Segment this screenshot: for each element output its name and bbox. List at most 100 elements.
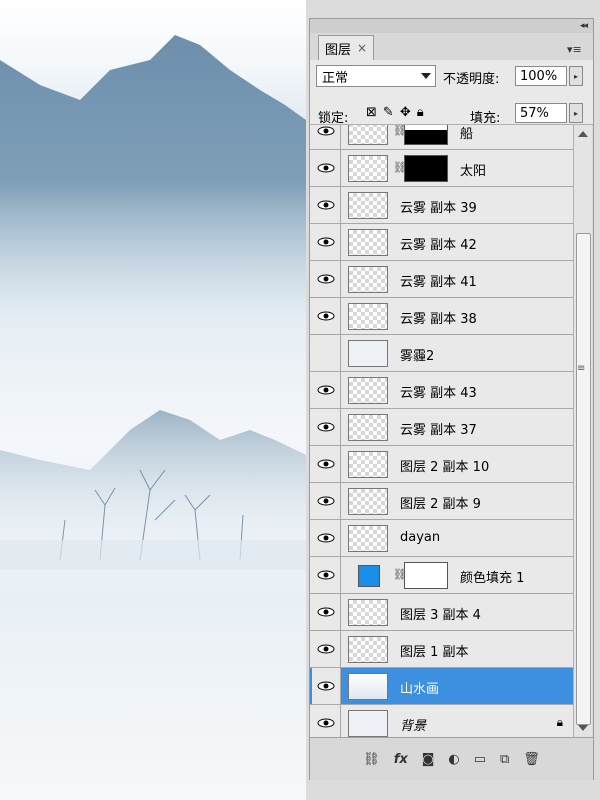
opacity-value: 100% xyxy=(520,68,558,84)
fill-label: 填充: xyxy=(470,111,501,126)
layer-name: 雾霾2 xyxy=(400,349,435,364)
layer-thumbnail xyxy=(348,710,388,737)
adjustment-icon[interactable]: ◐ xyxy=(448,752,459,767)
layer-mask-thumbnail[interactable] xyxy=(404,155,448,182)
eye-icon[interactable] xyxy=(312,261,341,297)
layer-list: ⛓ 船 ⛓ 太阳 云雾 副本 39 云雾 副本 42 云雾 副本 41 云雾 副… xyxy=(310,125,573,737)
trash-icon[interactable]: 🗑︎ xyxy=(523,752,540,767)
document-canvas[interactable] xyxy=(0,0,306,800)
landscape-painting xyxy=(0,35,306,570)
lock-brush-icon[interactable]: ✎ xyxy=(383,105,394,120)
layer-thumbnail xyxy=(348,266,388,293)
layer-name: 云雾 副本 41 xyxy=(400,275,477,290)
layer-row-selected[interactable]: 山水画 xyxy=(310,668,573,705)
layer-row[interactable]: 云雾 副本 42 xyxy=(310,224,573,261)
layer-thumbnail xyxy=(348,155,388,182)
layer-mask-thumbnail[interactable] xyxy=(404,562,448,589)
color-fill-swatch[interactable] xyxy=(358,565,380,587)
layer-name: 背景 xyxy=(400,719,427,734)
panel-menu-icon[interactable]: ▾≡ xyxy=(567,43,589,57)
lock-label: 锁定: xyxy=(318,111,349,126)
fill-value: 57% xyxy=(520,105,549,121)
layer-name: 云雾 副本 42 xyxy=(400,238,477,253)
layer-name: dayan xyxy=(400,530,441,545)
layer-row[interactable]: 云雾 副本 39 xyxy=(310,187,573,224)
layer-row[interactable]: 云雾 副本 41 xyxy=(310,261,573,298)
layer-row[interactable]: 云雾 副本 37 xyxy=(310,409,573,446)
eye-hidden-slot[interactable] xyxy=(312,335,341,371)
panel-footer-toolbar: ⛓ fx ◙ ◐ ▭ ⧉ 🗑︎ xyxy=(310,737,593,780)
scroll-up-icon[interactable] xyxy=(578,131,588,137)
eye-icon[interactable] xyxy=(312,372,341,408)
folder-icon[interactable]: ▭ xyxy=(474,752,486,767)
layer-name: 云雾 副本 39 xyxy=(400,201,477,216)
eye-icon[interactable] xyxy=(312,557,341,593)
tab-label: 图层 xyxy=(325,42,352,58)
layer-name: 图层 2 副本 10 xyxy=(400,460,490,475)
layer-list-scrollbar[interactable]: ≡ xyxy=(573,125,592,737)
eye-icon[interactable] xyxy=(312,594,341,630)
eye-icon[interactable] xyxy=(312,705,341,737)
eye-icon[interactable] xyxy=(312,446,341,482)
opacity-stepper-button[interactable]: ▸ xyxy=(569,66,583,86)
collapse-icon[interactable]: ◂◂ xyxy=(580,21,588,31)
layer-row[interactable]: 云雾 副本 43 xyxy=(310,372,573,409)
link-layers-icon[interactable]: ⛓ xyxy=(363,752,380,767)
layer-name: 山水画 xyxy=(400,682,440,697)
tab-close-icon[interactable]: × xyxy=(357,41,367,55)
scrollbar-thumb[interactable] xyxy=(576,233,591,725)
layer-row[interactable]: 图层 3 副本 4 xyxy=(310,594,573,631)
layer-name: 太阳 xyxy=(460,164,487,179)
mask-icon[interactable]: ◙ xyxy=(422,752,435,767)
eye-icon[interactable] xyxy=(312,483,341,519)
layer-name: 图层 2 副本 9 xyxy=(400,497,481,512)
eye-icon[interactable] xyxy=(312,125,341,149)
layer-thumbnail xyxy=(348,192,388,219)
eye-icon[interactable] xyxy=(312,298,341,334)
layer-mask-thumbnail[interactable] xyxy=(404,125,448,145)
layer-row[interactable]: ⛓ 太阳 xyxy=(310,150,573,187)
layer-row[interactable]: 图层 2 副本 9 xyxy=(310,483,573,520)
panel-title-strip[interactable]: ◂◂ xyxy=(310,19,593,33)
fx-icon[interactable]: fx xyxy=(394,752,408,767)
layer-row[interactable]: dayan xyxy=(310,520,573,557)
layer-row[interactable]: 背景 🔒︎ xyxy=(310,705,573,737)
lock-icon: 🔒︎ xyxy=(556,715,563,729)
eye-icon[interactable] xyxy=(312,409,341,445)
new-layer-icon[interactable]: ⧉ xyxy=(500,752,509,767)
layer-row[interactable]: 图层 2 副本 10 xyxy=(310,446,573,483)
layer-name: 船 xyxy=(460,127,474,142)
eye-icon[interactable] xyxy=(312,224,341,260)
eye-icon[interactable] xyxy=(312,631,341,667)
blend-mode-select[interactable]: 正常 xyxy=(316,65,436,87)
fill-input[interactable]: 57% xyxy=(515,103,567,123)
layer-thumbnail xyxy=(348,125,388,145)
scroll-down-icon[interactable] xyxy=(578,725,588,731)
layer-thumbnail xyxy=(348,377,388,404)
layer-thumbnail xyxy=(348,673,388,700)
layer-thumbnail xyxy=(348,340,388,367)
chevron-down-icon xyxy=(421,73,431,79)
fill-stepper-button[interactable]: ▸ xyxy=(569,103,583,123)
lock-transparency-icon[interactable]: ⊠ xyxy=(366,105,377,120)
lock-all-icon[interactable]: 🔒︎ xyxy=(417,105,424,120)
layer-row[interactable]: ⛓ 船 xyxy=(310,125,573,150)
layer-thumbnail xyxy=(348,414,388,441)
opacity-label: 不透明度: xyxy=(443,72,500,87)
eye-icon[interactable] xyxy=(312,520,341,556)
layer-thumbnail xyxy=(348,303,388,330)
layer-thumbnail xyxy=(348,525,388,552)
tab-layers[interactable]: 图层 × xyxy=(318,35,375,60)
lock-move-icon[interactable]: ✥ xyxy=(400,105,411,120)
eye-icon[interactable] xyxy=(312,150,341,186)
layer-row[interactable]: 雾霾2 xyxy=(310,335,573,372)
layer-thumbnail xyxy=(348,229,388,256)
layers-panel: ◂◂ 图层 × ▾≡ 正常 不透明度: 100% ▸ 锁定: ⊠ ✎ ✥ 🔒︎ … xyxy=(309,18,594,780)
layer-thumbnail xyxy=(348,451,388,478)
eye-icon[interactable] xyxy=(312,187,341,223)
layer-row[interactable]: ⛓ 颜色填充 1 xyxy=(310,557,573,594)
opacity-input[interactable]: 100% xyxy=(515,66,567,86)
eye-icon[interactable] xyxy=(312,668,341,704)
layer-row[interactable]: 云雾 副本 38 xyxy=(310,298,573,335)
layer-row[interactable]: 图层 1 副本 xyxy=(310,631,573,668)
